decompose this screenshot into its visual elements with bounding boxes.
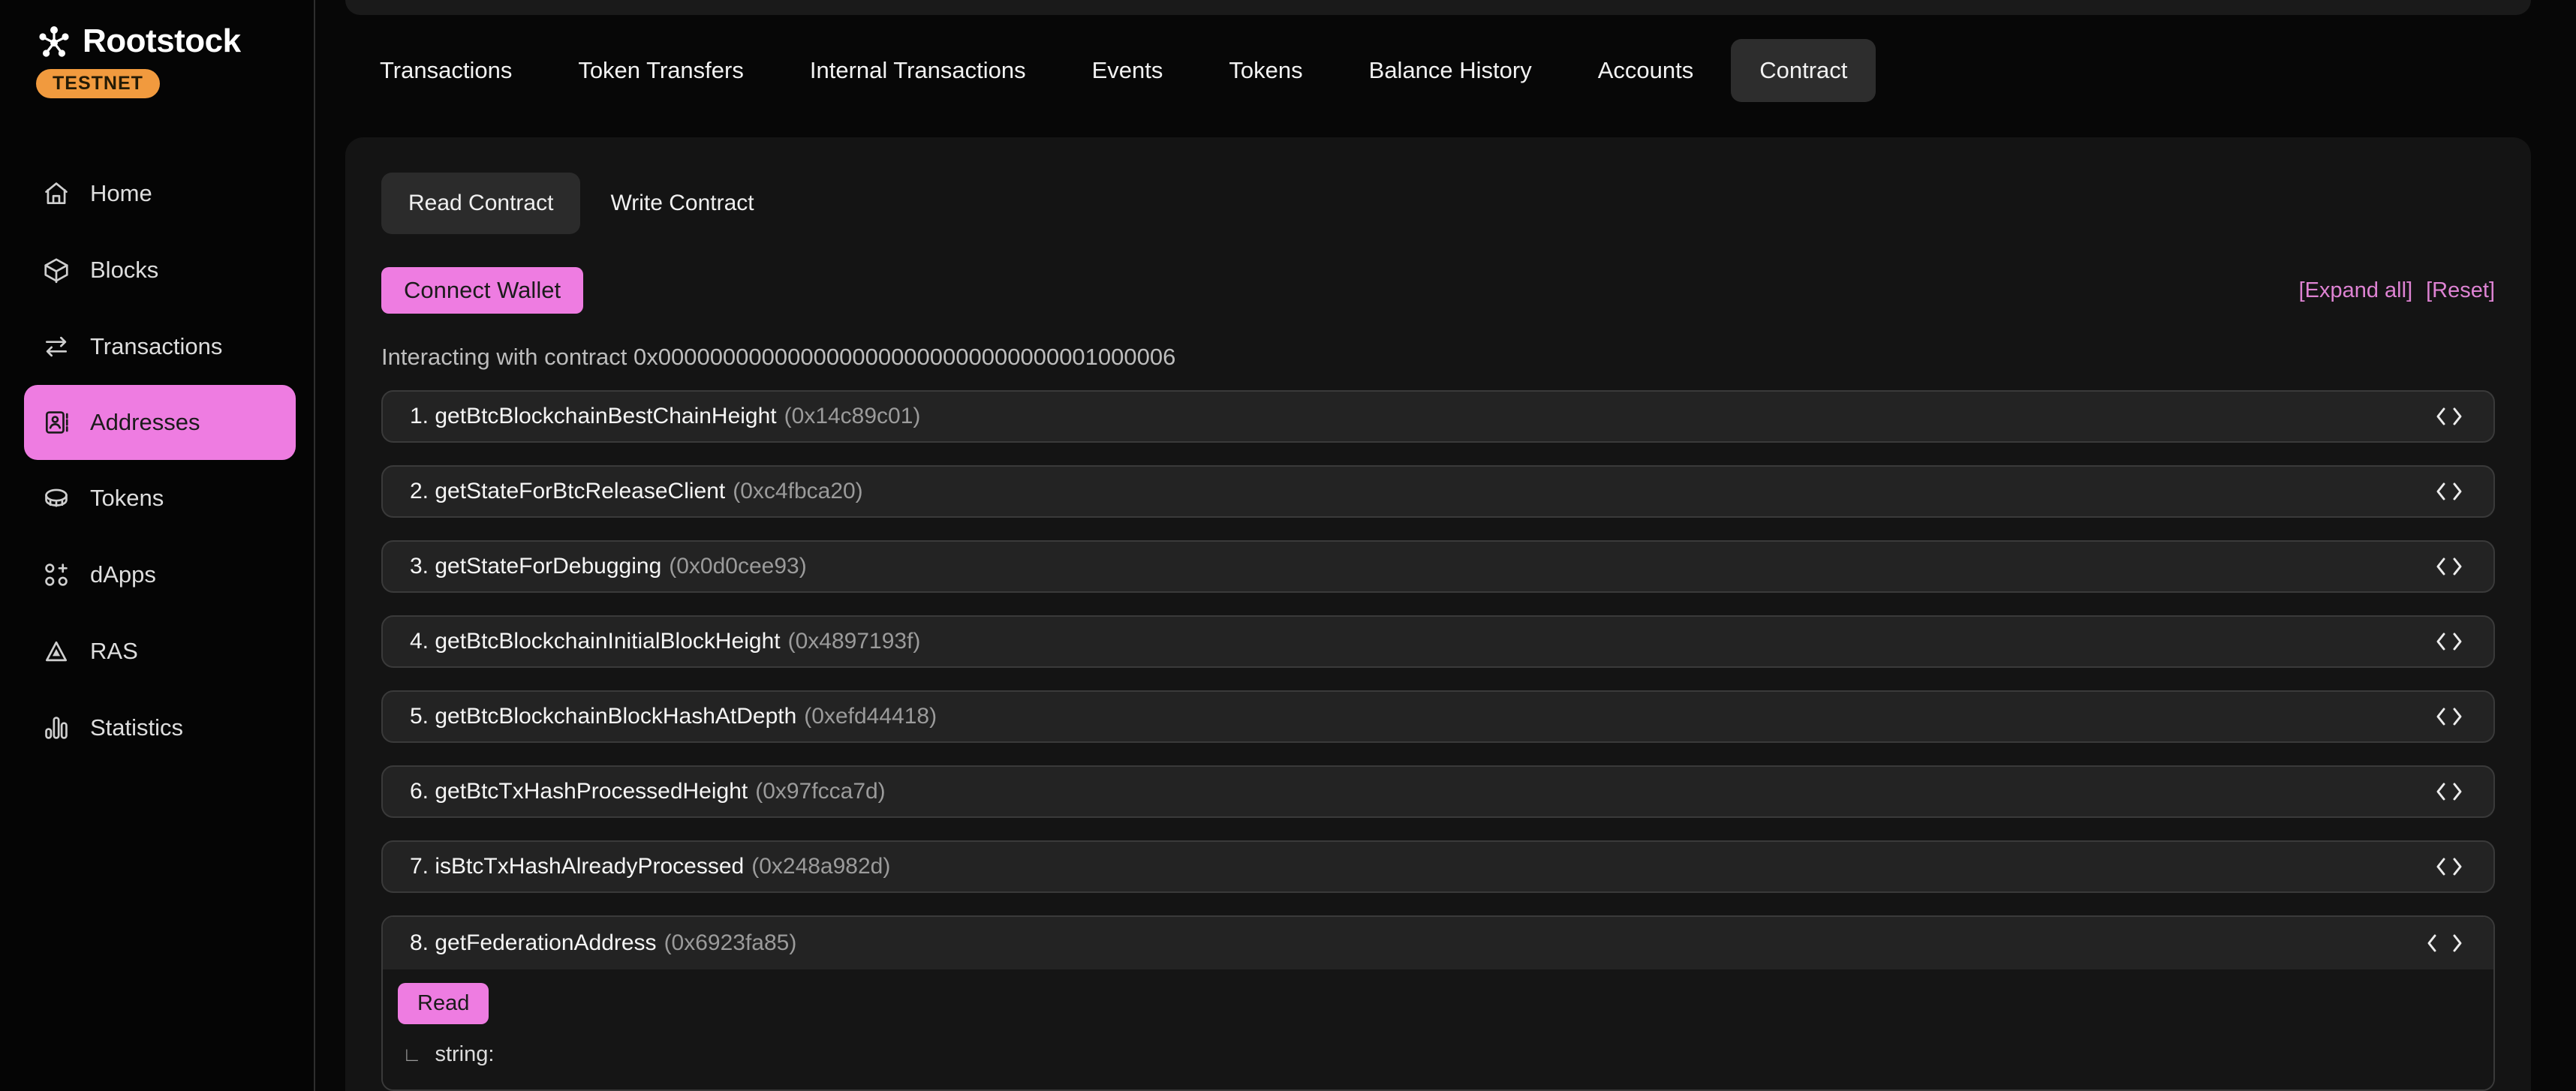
- function-label: 4. getBtcBlockchainInitialBlockHeight(0x…: [410, 629, 2435, 654]
- sidebar-item-statistics[interactable]: Statistics: [0, 690, 314, 766]
- function-label: 5. getBtcBlockchainBlockHashAtDepth(0xef…: [410, 704, 2435, 729]
- cube-icon: [42, 256, 71, 284]
- testnet-badge: TESTNET: [36, 69, 160, 98]
- code-icon[interactable]: [2435, 857, 2463, 876]
- sidebar-item-label: RAS: [90, 638, 138, 665]
- bar-chart-icon: [42, 714, 71, 742]
- coin-icon: [42, 484, 71, 512]
- home-icon: [42, 179, 71, 208]
- contract-toolbar: Connect Wallet [Expand all] [Reset]: [381, 267, 2495, 314]
- code-icon[interactable]: [2435, 557, 2463, 576]
- sidebar-item-ras[interactable]: RAS: [0, 613, 314, 690]
- tab-events[interactable]: Events: [1064, 39, 1192, 102]
- function-row-header[interactable]: 8. getFederationAddress(0x6923fa85): [383, 917, 2493, 969]
- tab-write-contract[interactable]: Write Contract: [580, 173, 784, 234]
- reset-link[interactable]: [Reset]: [2426, 278, 2495, 303]
- code-icon[interactable]: [2426, 933, 2463, 953]
- function-row[interactable]: 1. getBtcBlockchainBestChainHeight(0x14c…: [381, 390, 2495, 443]
- sidebar-item-label: Home: [90, 180, 152, 207]
- code-icon[interactable]: [2435, 407, 2463, 426]
- rootstock-logo-icon: [36, 23, 72, 59]
- function-row[interactable]: 5. getBtcBlockchainBlockHashAtDepth(0xef…: [381, 690, 2495, 743]
- sidebar-item-tokens[interactable]: Tokens: [0, 460, 314, 536]
- tab-transactions[interactable]: Transactions: [351, 39, 540, 102]
- function-label: 8. getFederationAddress(0x6923fa85): [410, 930, 2426, 956]
- function-row[interactable]: 2. getStateForBtcReleaseClient(0xc4fbca2…: [381, 465, 2495, 518]
- sidebar-item-label: Blocks: [90, 257, 158, 284]
- function-label: 6. getBtcTxHashProcessedHeight(0x97fcca7…: [410, 779, 2435, 804]
- sidebar-item-label: Statistics: [90, 714, 183, 741]
- tab-internal-transactions[interactable]: Internal Transactions: [781, 39, 1055, 102]
- brand[interactable]: Rootstock: [0, 23, 314, 60]
- function-row[interactable]: 4. getBtcBlockchainInitialBlockHeight(0x…: [381, 615, 2495, 668]
- scrolled-card-edge: [345, 0, 2531, 15]
- sidebar-item-label: Tokens: [90, 485, 164, 512]
- function-label: 7. isBtcTxHashAlreadyProcessed(0x248a982…: [410, 854, 2435, 879]
- code-icon[interactable]: [2435, 782, 2463, 801]
- function-label: 2. getStateForBtcReleaseClient(0xc4fbca2…: [410, 479, 2435, 504]
- tab-contract[interactable]: Contract: [1731, 39, 1876, 102]
- sidebar-item-blocks[interactable]: Blocks: [0, 232, 314, 308]
- tab-balance-history[interactable]: Balance History: [1341, 39, 1560, 102]
- address-tabs-nav: Transactions Token Transfers Internal Tr…: [345, 15, 2531, 126]
- sidebar-item-label: Transactions: [90, 333, 222, 360]
- result-line: ∟ string:: [398, 1042, 2475, 1067]
- code-icon[interactable]: [2435, 632, 2463, 651]
- function-row[interactable]: 3. getStateForDebugging(0x0d0cee93): [381, 540, 2495, 593]
- tab-token-transfers[interactable]: Token Transfers: [549, 39, 772, 102]
- function-row[interactable]: 6. getBtcTxHashProcessedHeight(0x97fcca7…: [381, 765, 2495, 818]
- connect-wallet-button[interactable]: Connect Wallet: [381, 267, 583, 314]
- return-corner-icon: ∟: [402, 1043, 421, 1066]
- content-area: Transactions Token Transfers Internal Tr…: [315, 0, 2576, 1091]
- dapps-grid-icon: [42, 561, 71, 589]
- sidebar-item-label: Addresses: [90, 409, 200, 436]
- brand-name: Rootstock: [83, 23, 241, 60]
- sidebar-item-addresses[interactable]: Addresses: [24, 385, 296, 460]
- sidebar-item-transactions[interactable]: Transactions: [0, 308, 314, 385]
- toolbar-links: [Expand all] [Reset]: [2299, 278, 2495, 303]
- sidebar-item-label: dApps: [90, 561, 156, 588]
- sidebar-item-dapps[interactable]: dApps: [0, 536, 314, 613]
- contract-panel: Read Contract Write Contract Connect Wal…: [345, 137, 2531, 1091]
- function-row[interactable]: 7. isBtcTxHashAlreadyProcessed(0x248a982…: [381, 840, 2495, 893]
- function-list: 1. getBtcBlockchainBestChainHeight(0x14c…: [381, 390, 2495, 1091]
- code-icon[interactable]: [2435, 707, 2463, 726]
- function-row-expanded: 8. getFederationAddress(0x6923fa85) Read…: [381, 915, 2495, 1091]
- read-button[interactable]: Read: [398, 983, 489, 1024]
- tab-tokens[interactable]: Tokens: [1200, 39, 1331, 102]
- swap-arrows-icon: [42, 332, 71, 361]
- sidebar: Rootstock TESTNET Home Blocks Transactio…: [0, 0, 315, 1091]
- tab-accounts[interactable]: Accounts: [1569, 39, 1723, 102]
- function-expanded-body: Read ∟ string:: [383, 969, 2493, 1089]
- sidebar-item-home[interactable]: Home: [0, 155, 314, 232]
- app-root: Rootstock TESTNET Home Blocks Transactio…: [0, 0, 2576, 1091]
- interacting-with-contract-text: Interacting with contract 0x000000000000…: [381, 344, 2495, 371]
- tab-read-contract[interactable]: Read Contract: [381, 173, 580, 234]
- contract-subtabs: Read Contract Write Contract: [381, 173, 2495, 234]
- code-icon[interactable]: [2435, 482, 2463, 501]
- contact-card-icon: [42, 408, 71, 437]
- function-label: 3. getStateForDebugging(0x0d0cee93): [410, 554, 2435, 579]
- expand-all-link[interactable]: [Expand all]: [2299, 278, 2413, 303]
- sidebar-menu: Home Blocks Transactions Addresses Token…: [0, 155, 314, 766]
- ras-triangle-icon: [42, 637, 71, 666]
- function-label: 1. getBtcBlockchainBestChainHeight(0x14c…: [410, 404, 2435, 429]
- result-type-label: string:: [435, 1042, 494, 1067]
